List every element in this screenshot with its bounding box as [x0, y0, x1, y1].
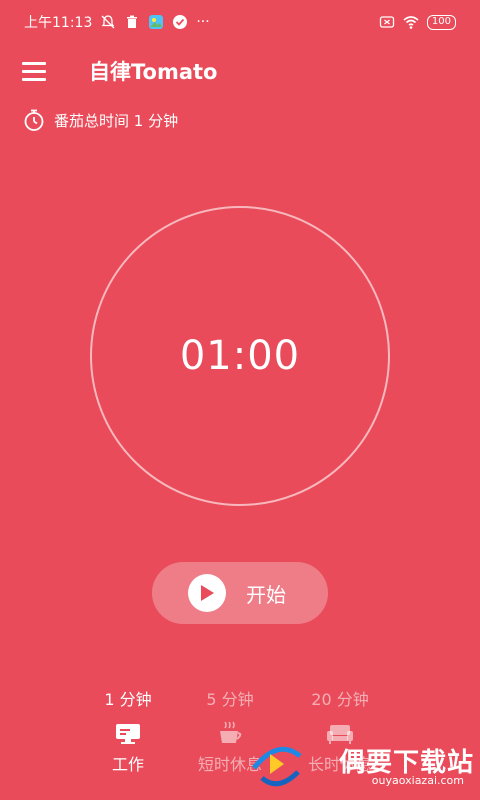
start-button[interactable]: 开始	[152, 562, 328, 624]
check-circle-icon	[173, 15, 188, 29]
play-icon	[188, 574, 226, 612]
app-title: 自律Tomato	[89, 60, 218, 84]
trash-icon	[127, 15, 138, 28]
timer-ring: 01:00	[90, 206, 390, 506]
watermark-logo-icon	[252, 746, 302, 787]
app-bar: 自律Tomato	[0, 44, 480, 100]
menu-button[interactable]	[22, 60, 48, 84]
sim-off-icon	[379, 16, 395, 28]
status-right: 100	[379, 14, 456, 30]
monitor-icon	[116, 724, 140, 744]
bell-muted-icon	[101, 15, 115, 29]
status-more-dots: ···	[196, 14, 210, 30]
timer-display: 01:00	[179, 333, 301, 379]
watermark-url: ouyaoxiazai.com	[371, 774, 464, 787]
status-bar: 上午11:13 ··· 100	[0, 0, 480, 44]
battery-indicator: 100	[426, 14, 456, 30]
total-time-row: 番茄总时间 1 分钟	[22, 106, 178, 134]
mode-duration: 5 分钟	[206, 690, 254, 709]
menu-icon	[22, 62, 46, 65]
status-time: 上午11:13	[24, 15, 93, 31]
gallery-icon	[149, 15, 164, 29]
mode-duration: 20 分钟	[311, 690, 369, 709]
wifi-icon	[403, 16, 419, 29]
total-time-text: 番茄总时间 1 分钟	[54, 111, 179, 130]
status-left: 上午11:13 ···	[24, 12, 210, 32]
stopwatch-icon	[24, 109, 44, 131]
start-button-label: 开始	[246, 582, 286, 607]
coffee-icon	[220, 721, 242, 743]
